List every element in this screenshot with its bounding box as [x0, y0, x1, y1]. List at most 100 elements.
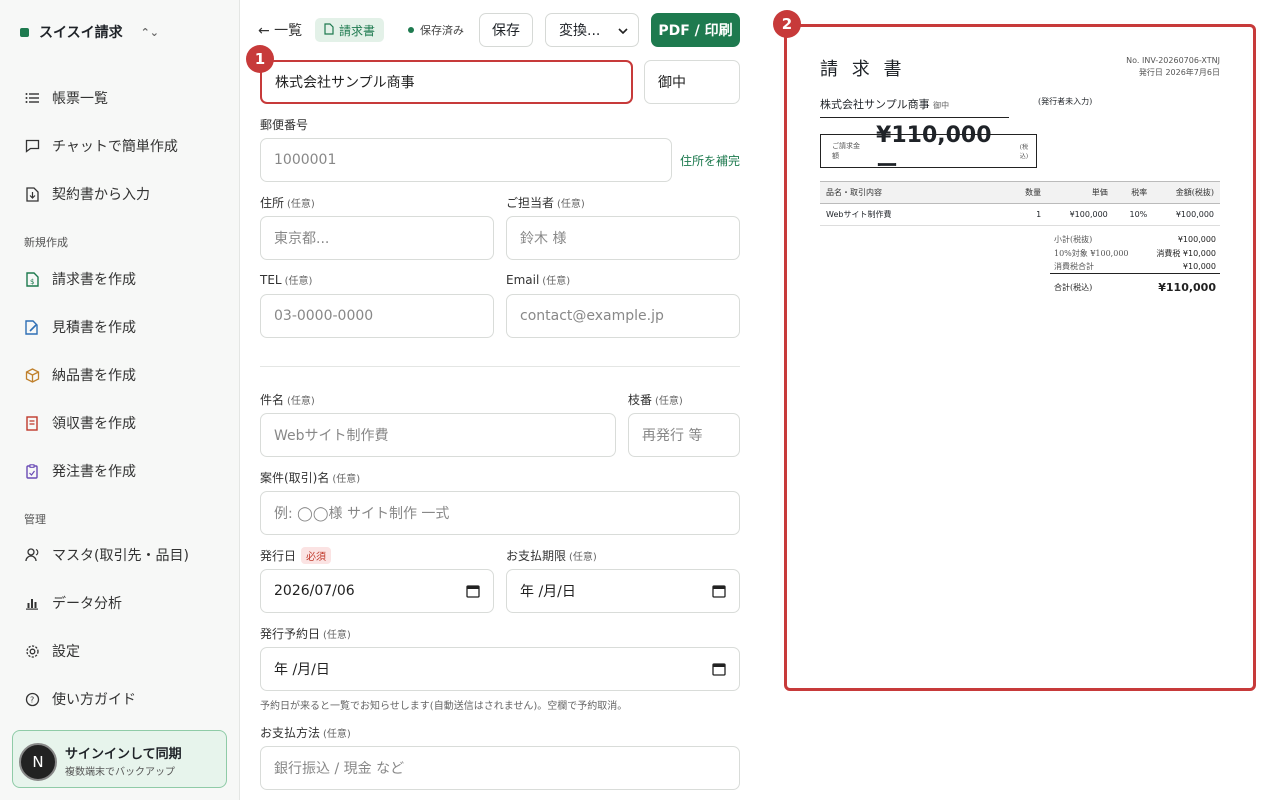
address-autofill-link[interactable]: 住所を補完 — [680, 152, 740, 169]
convert-select-value: 変換... — [559, 23, 601, 39]
tax-target-label: 10%対象 ¥100,000 — [1054, 248, 1129, 258]
contact-person-input[interactable]: 鈴木 様 — [506, 216, 740, 260]
sidebar-item-chat[interactable]: チャットで簡単作成 — [24, 134, 178, 158]
payment-method-label-text: お支払方法 — [260, 726, 321, 740]
grand-total-label: 合計(税込) — [1054, 282, 1093, 292]
invoice-icon: $ — [24, 271, 40, 287]
branch-label-text: 枝番 — [628, 393, 653, 407]
sidebar-item-documents[interactable]: 帳票一覧 — [24, 86, 108, 110]
table-cell: Webサイト制作費 — [820, 203, 1010, 226]
tax-total-row: 消費税合計 ¥10,000 — [1050, 260, 1220, 274]
project-name-input[interactable]: 例: ◯◯様 サイト制作 一式 — [260, 491, 740, 535]
sidebar-item-guide[interactable]: ? 使い方ガイド — [24, 687, 136, 711]
grand-total-row: 合計(税込) ¥110,000 — [1050, 278, 1220, 296]
sidebar-item-create-invoice[interactable]: $ 請求書を作成 — [24, 267, 136, 291]
table-header: 数量 — [1010, 181, 1048, 204]
sidebar-item-contract-import[interactable]: 契約書から入力 — [24, 182, 150, 206]
user-icon — [24, 547, 40, 563]
convert-select[interactable]: 変換... — [545, 13, 639, 47]
address-label-text: 住所 — [260, 196, 285, 210]
tax-total-value: ¥10,000 — [1182, 262, 1216, 271]
chart-icon — [24, 595, 40, 611]
client-name-input[interactable]: 株式会社サンプル商事 — [260, 60, 633, 104]
email-label-text: Email — [506, 273, 540, 287]
subject-label-text: 件名 — [260, 393, 285, 407]
save-button[interactable]: 保存 — [479, 13, 533, 47]
preview-amount-label: ご請求金額 — [832, 142, 860, 160]
help-icon: ? — [24, 691, 40, 707]
payment-method-input[interactable]: 銀行振込 / 現金 など — [260, 746, 740, 790]
table-header: 金額(税抜) — [1153, 181, 1220, 204]
honorific-input[interactable]: 御中 — [644, 60, 740, 104]
status-dot-icon — [408, 27, 414, 33]
app-name: スイスイ請求 — [39, 25, 123, 41]
brand-logo-icon — [20, 27, 29, 37]
tax-total-label: 消費税合計 — [1054, 262, 1094, 271]
signin-sync-button[interactable]: N サインインして同期 複数端末でバックアップ — [12, 730, 227, 788]
doc-type-badge: 請求書 — [315, 18, 385, 42]
issue-date-input[interactable]: 2026/07/06 — [260, 569, 494, 613]
optional-tag: (任意) — [332, 474, 361, 485]
sidebar-item-label: チャットで簡単作成 — [52, 139, 178, 155]
sidebar-item-settings[interactable]: 設定 — [24, 639, 80, 663]
due-date-label-text: お支払期限 — [506, 549, 567, 563]
subject-input[interactable]: Webサイト制作費 — [260, 413, 616, 457]
table-cell: ¥100,000 — [1047, 203, 1114, 226]
sidebar-item-create-estimate[interactable]: 見積書を作成 — [24, 315, 136, 339]
table-header-row: 品名・取引内容 数量 単価 税率 金額(税抜) — [820, 181, 1220, 204]
calendar-icon[interactable] — [466, 584, 480, 598]
table-row: Webサイト制作費 1 ¥100,000 10% ¥100,000 — [820, 203, 1220, 226]
preview-client: 株式会社サンプル商事 御中 — [820, 96, 1009, 118]
svg-text:$: $ — [30, 278, 34, 286]
address-label: 住所 (任意) — [260, 194, 315, 211]
optional-tag: (任意) — [542, 276, 571, 287]
sidebar-item-label: 使い方ガイド — [52, 692, 136, 708]
sidebar-item-analytics[interactable]: データ分析 — [24, 591, 122, 615]
grand-total-value: ¥110,000 — [1158, 280, 1216, 294]
save-status-label: 保存済み — [420, 24, 464, 37]
table-cell: 1 — [1010, 203, 1048, 226]
preview-meta: No. INV-20260706-XTNJ 発行日 2026年7月6日 — [1126, 55, 1220, 79]
address-input[interactable]: 東京都... — [260, 216, 494, 260]
optional-tag: (任意) — [287, 396, 315, 407]
sidebar-item-create-order[interactable]: 発注書を作成 — [24, 459, 136, 483]
issue-date-label-text: 発行日 — [260, 549, 297, 563]
app-switcher[interactable]: スイスイ請求 ⌃⌄ — [20, 22, 159, 42]
email-label: Email (任意) — [506, 272, 570, 287]
invoice-icon — [324, 22, 334, 38]
file-import-icon — [24, 186, 40, 202]
tel-input[interactable]: 03-0000-0000 — [260, 294, 494, 338]
estimate-icon — [24, 319, 40, 335]
sidebar-item-label: 帳票一覧 — [52, 91, 108, 107]
email-input[interactable]: contact@example.jp — [506, 294, 740, 338]
due-date-input[interactable]: 年 /月/日 — [506, 569, 740, 613]
scheduled-date-input[interactable]: 年 /月/日 — [260, 647, 740, 691]
postal-code-input[interactable]: 1000001 — [260, 138, 672, 182]
invoice-preview-highlight — [784, 24, 1256, 691]
optional-tag: (任意) — [284, 276, 313, 287]
doc-type-label: 請求書 — [339, 23, 376, 38]
calendar-icon[interactable] — [712, 662, 726, 676]
signin-title: サインインして同期 — [65, 747, 182, 762]
section-manage-heading: 管理 — [24, 513, 46, 526]
list-icon — [24, 90, 40, 106]
back-to-list-link[interactable]: ← 一覧 — [258, 20, 302, 40]
sidebar-item-create-delivery[interactable]: 納品書を作成 — [24, 363, 136, 387]
package-icon — [24, 367, 40, 383]
sidebar-item-create-receipt[interactable]: 領収書を作成 — [24, 411, 136, 435]
tel-label: TEL (任意) — [260, 272, 312, 287]
optional-tag: (任意) — [655, 396, 683, 407]
scheduled-date-hint: 予約日が来ると一覧でお知らせします(自動送信はされません)。空欄で予約取消。 — [260, 701, 628, 712]
sidebar-item-label: 設定 — [52, 644, 80, 660]
tel-label-text: TEL — [260, 273, 282, 287]
sidebar-item-master[interactable]: マスタ(取引先・品目) — [24, 543, 189, 567]
sidebar-item-label: 契約書から入力 — [52, 187, 150, 203]
branch-number-input[interactable]: 再発行 等 — [628, 413, 740, 457]
tax-breakdown-value: 消費税 ¥10,000 — [1156, 248, 1216, 258]
invoice-form: ← 一覧 請求書 保存済み 保存 変換... PDF / 印刷 株式会社サンプル… — [240, 0, 760, 800]
sidebar-item-label: 見積書を作成 — [52, 320, 136, 336]
pdf-print-button[interactable]: PDF / 印刷 — [651, 13, 740, 47]
calendar-icon[interactable] — [712, 584, 726, 598]
receipt-icon — [24, 415, 40, 431]
preview-title: 請 求 書 — [820, 59, 906, 80]
